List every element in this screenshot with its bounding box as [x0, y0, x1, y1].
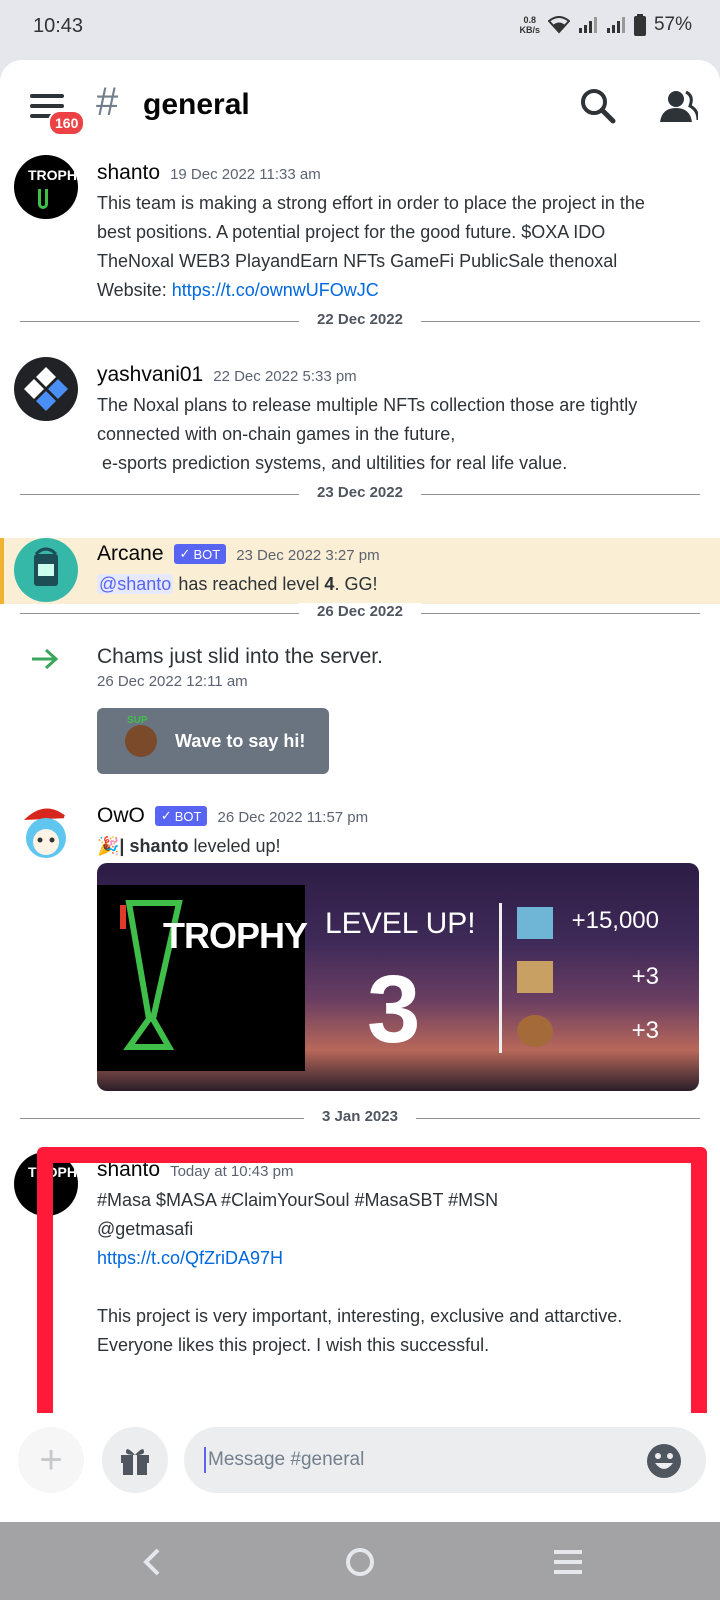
timestamp: 19 Dec 2022 11:33 am	[170, 166, 321, 183]
bot-badge: ✓ BOT	[173, 544, 227, 564]
battery-percent: 57%	[653, 14, 692, 35]
level-number: 3	[367, 956, 421, 1063]
username[interactable]: shanto	[97, 161, 160, 185]
diamond-logo-icon	[24, 367, 68, 411]
check-icon: ✓	[160, 808, 172, 823]
channel-header: 160 # general	[0, 60, 720, 152]
signal-icon	[578, 17, 597, 33]
clock: 10:43	[33, 15, 84, 37]
date-divider: 23 Dec 2022	[20, 484, 700, 504]
hamburger-icon	[30, 94, 64, 98]
channel-title: general	[143, 88, 250, 121]
message-link[interactable]: https://t.co/ownwUFOwJC	[172, 280, 379, 300]
crate-icon	[517, 961, 553, 993]
message-content: 🎉| shanto leveled up!	[97, 836, 281, 856]
members-icon[interactable]	[658, 86, 698, 126]
timestamp: 26 Dec 2022 12:11 am	[97, 673, 248, 690]
date-divider: 22 Dec 2022	[20, 311, 700, 331]
level-up-image[interactable]: TROPHY LEVEL UP! 3 +15,000 +3 +3	[97, 863, 699, 1091]
network-speed: 0.8 KB/s	[519, 15, 540, 35]
bucket-icon	[34, 547, 58, 586]
cowoncy-icon	[517, 907, 553, 939]
timestamp: 23 Dec 2022 3:27 pm	[236, 547, 380, 564]
battery-icon	[633, 14, 646, 36]
check-icon: ✓	[179, 546, 191, 561]
timestamp: 26 Dec 2022 11:57 pm	[217, 809, 369, 826]
gift-button[interactable]	[102, 1427, 168, 1493]
reward-cookie: +3	[631, 1017, 659, 1044]
home-icon[interactable]	[338, 1540, 382, 1584]
chat-app: 160 # general TROPHY shanto 19 Dec 2022 …	[0, 60, 720, 1522]
level-up-label: LEVEL UP!	[325, 907, 476, 940]
username[interactable]: Chams	[97, 645, 164, 668]
arrow-right-icon	[32, 648, 59, 670]
party-popper-icon: 🎉	[97, 836, 120, 856]
plus-icon: +	[39, 1437, 63, 1482]
wave-button[interactable]: SUP Wave to say hi!	[97, 708, 329, 774]
date-divider: 26 Dec 2022	[20, 603, 700, 623]
reward-crate: +3	[631, 963, 659, 990]
unread-badge: 160	[48, 110, 86, 136]
annotation-box	[37, 1147, 707, 1431]
username[interactable]: Arcane	[97, 542, 164, 566]
signal-icon	[606, 17, 625, 33]
message-content: @shanto has reached level 4. GG!	[97, 574, 378, 594]
trophy-card: TROPHY	[97, 885, 308, 1071]
gift-icon	[121, 1449, 149, 1475]
timestamp: 22 Dec 2022 5:33 pm	[213, 368, 357, 385]
back-icon[interactable]	[130, 1540, 174, 1584]
username[interactable]: OwO	[97, 804, 145, 828]
owo-avatar-icon	[24, 808, 72, 858]
avatar[interactable]: TROPHY	[14, 155, 78, 219]
system-nav-bar	[0, 1522, 720, 1600]
message-composer: + Message #general	[0, 1413, 720, 1522]
user-mention[interactable]: @shanto	[97, 574, 174, 594]
avatar[interactable]	[14, 800, 78, 864]
avatar[interactable]	[14, 538, 78, 602]
hash-icon: #	[96, 80, 119, 124]
avatar[interactable]	[14, 357, 78, 421]
search-icon[interactable]	[578, 86, 618, 126]
emoji-icon[interactable]	[646, 1443, 682, 1479]
message-content: This team is making a strong effort in o…	[97, 193, 645, 300]
username[interactable]: yashvani01	[97, 363, 203, 387]
cookie-icon	[517, 1015, 553, 1047]
message-content: The Noxal plans to release multiple NFTs…	[97, 395, 638, 473]
add-attachment-button[interactable]: +	[18, 1427, 84, 1493]
message-input[interactable]: Message #general	[184, 1427, 706, 1493]
recents-icon[interactable]	[546, 1540, 590, 1584]
date-divider: 3 Jan 2023	[20, 1108, 700, 1128]
bot-badge: ✓ BOT	[154, 806, 208, 826]
reward-cowoncy: +15,000	[571, 907, 659, 934]
status-bar: 10:43 0.8 KB/s 57%	[0, 0, 720, 58]
wifi-icon	[547, 16, 570, 34]
wave-sticker-icon: SUP	[125, 715, 157, 757]
